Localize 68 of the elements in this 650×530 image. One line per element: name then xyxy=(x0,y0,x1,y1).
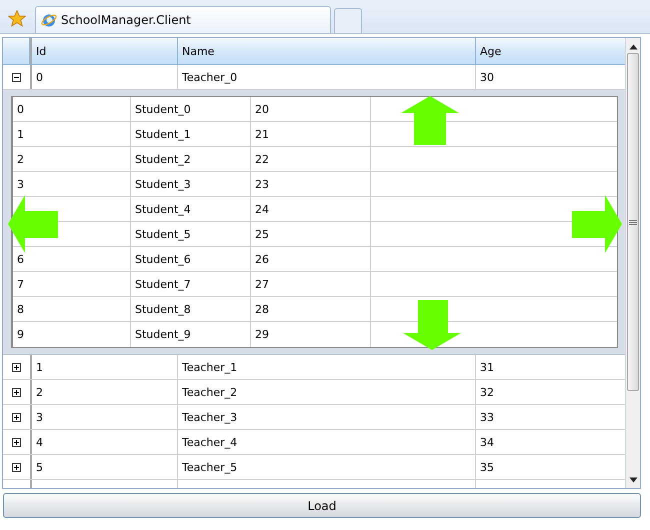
globe-icon xyxy=(41,12,57,28)
table-cell: Student_0 xyxy=(135,102,191,116)
expand-icon[interactable] xyxy=(12,462,21,472)
table-cell: 24 xyxy=(255,202,269,216)
table-cell: Teacher_5 xyxy=(182,460,238,474)
arrow-right-icon xyxy=(572,195,622,253)
column-header[interactable]: Id xyxy=(30,38,178,64)
table-cell: 30 xyxy=(480,70,494,84)
scrollbar-thumb[interactable] xyxy=(627,53,639,391)
table-cell: 1 xyxy=(17,128,24,140)
table-cell: 4 xyxy=(36,436,43,448)
table-cell: 6 xyxy=(17,252,24,266)
table-cell: 5 xyxy=(36,460,43,474)
table-cell: Student_3 xyxy=(135,178,191,190)
table-cell: 33 xyxy=(480,410,494,424)
table-cell: 2 xyxy=(17,152,24,166)
table-cell: 23 xyxy=(255,178,269,190)
table-cell: 32 xyxy=(480,386,494,398)
collapse-icon[interactable] xyxy=(12,72,21,82)
arrow-up-icon xyxy=(401,96,459,145)
scroll-up-icon[interactable] xyxy=(628,44,638,50)
table-cell: 27 xyxy=(255,278,269,290)
table-cell: 9 xyxy=(17,328,24,341)
expand-icon[interactable] xyxy=(12,388,21,396)
table-cell: 0 xyxy=(17,102,24,116)
table-cell: 1 xyxy=(36,360,43,374)
table-cell: 2 xyxy=(36,386,43,398)
table-cell: 29 xyxy=(255,328,269,341)
table-cell: 34 xyxy=(480,436,494,448)
table-cell: Teacher_1 xyxy=(182,360,238,374)
table-cell: 3 xyxy=(17,178,24,190)
table-cell: 35 xyxy=(480,460,494,474)
browser-tab[interactable]: SchoolManager.Client xyxy=(35,6,331,33)
table-cell: 21 xyxy=(255,128,269,140)
table-cell: Student_5 xyxy=(135,228,191,240)
expand-icon[interactable] xyxy=(12,438,21,446)
table-cell: Teacher_0 xyxy=(182,70,238,84)
arrow-down-icon xyxy=(403,300,461,350)
scrollbar[interactable] xyxy=(625,38,640,488)
table-cell: 22 xyxy=(255,152,269,166)
table-cell: 25 xyxy=(255,228,269,240)
table-cell: Student_1 xyxy=(135,128,191,140)
table-cell: Teacher_2 xyxy=(182,386,238,398)
table-cell: Teacher_3 xyxy=(182,410,238,424)
table-cell: 28 xyxy=(255,302,269,316)
table-cell: 8 xyxy=(17,302,24,316)
expand-icon[interactable] xyxy=(12,412,21,422)
favorites-star-icon[interactable] xyxy=(8,10,26,26)
table-cell: Student_4 xyxy=(135,202,191,216)
table-cell: 3 xyxy=(36,410,43,424)
scroll-down-icon[interactable] xyxy=(628,477,638,483)
table-cell: Student_7 xyxy=(135,278,191,290)
expand-icon[interactable] xyxy=(12,362,21,372)
table-cell: Student_9 xyxy=(135,328,191,341)
table-cell: Teacher_4 xyxy=(182,436,238,448)
load-button[interactable]: Load xyxy=(3,493,641,518)
table-cell: 31 xyxy=(480,360,494,374)
table-cell: Student_8 xyxy=(135,302,191,316)
table-cell: 7 xyxy=(17,278,24,290)
column-header[interactable]: Name xyxy=(178,38,476,64)
table-cell: Student_6 xyxy=(135,252,191,266)
table-cell: Student_2 xyxy=(135,152,191,166)
arrow-left-icon xyxy=(8,195,58,253)
grip-icon xyxy=(629,220,637,224)
table-cell: 0 xyxy=(36,70,43,84)
column-header[interactable]: Age xyxy=(476,38,625,64)
table-cell: 20 xyxy=(255,102,269,116)
table-cell: 26 xyxy=(255,252,269,266)
